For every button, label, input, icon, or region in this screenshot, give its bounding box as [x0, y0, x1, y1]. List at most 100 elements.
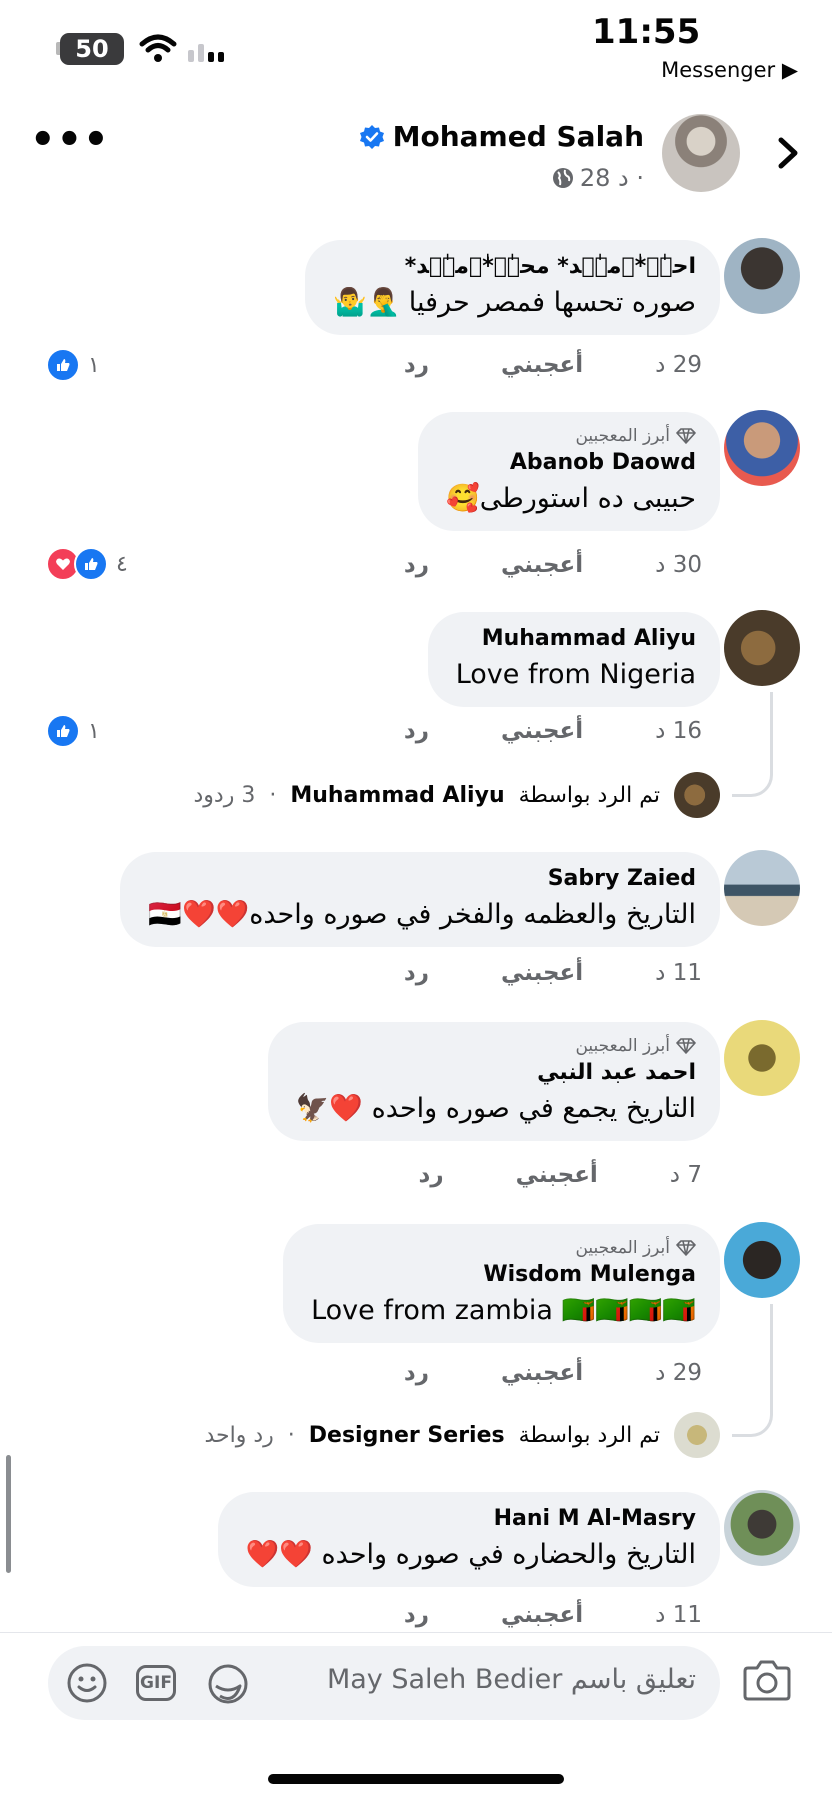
replier-name: Designer Series [308, 1422, 505, 1448]
comment-text: Love from zambia 🇿🇲🇿🇲🇿🇲🇿🇲 [311, 1295, 696, 1326]
comment-input[interactable]: تعليق باسم May Saleh Bedier [327, 1664, 696, 1695]
commenter-avatar[interactable] [724, 410, 800, 486]
reply-button[interactable]: رد [404, 1360, 429, 1386]
comment-bubble[interactable]: أبرز المعجبين احمد عبد النبي التاريخ يجم… [267, 1022, 720, 1141]
comment-actions: 30 د أعجبني رد [404, 552, 702, 578]
wifi-icon [139, 34, 177, 62]
reply-button[interactable]: رد [404, 352, 429, 378]
top-fan-badge: أبرز المعجبين [446, 426, 696, 446]
diamond-icon [676, 1240, 696, 1256]
status-time: 11:55 [592, 12, 701, 52]
reaction-count: ١ [88, 718, 100, 744]
home-indicator [268, 1774, 564, 1784]
camera-icon[interactable] [742, 1658, 792, 1702]
separator-dot: · [287, 1422, 295, 1448]
comment-bubble[interactable]: Muhammad Aliyu Love from Nigeria [427, 612, 720, 707]
comment-text: صوره تحسها فمصر حرفيا 🤦‍♂️🤷‍♂️ [332, 287, 696, 318]
emoji-icon[interactable] [66, 1662, 108, 1704]
post-author[interactable]: Mohamed Salah [359, 120, 644, 153]
view-replies-link[interactable]: تم الرد بواسطة Muhammad Aliyu · 3 ردود [193, 772, 720, 818]
reaction-count: ٤ [116, 551, 128, 577]
commenter-avatar[interactable] [724, 238, 800, 314]
diamond-icon [676, 1038, 696, 1054]
comment-actions: 29 د أعجبني رد [404, 352, 702, 378]
commenter-name[interactable]: Abanob Daowd [446, 450, 696, 475]
commenter-name[interactable]: Sabry Zaied [148, 866, 696, 891]
sticker-icon[interactable] [206, 1662, 250, 1706]
verified-badge-icon [359, 124, 384, 149]
post-meta: 28 د · [552, 164, 644, 192]
reaction-summary[interactable]: ٤ [46, 547, 128, 581]
reply-button[interactable]: رد [404, 1602, 429, 1628]
comment-time: 11 د [655, 960, 702, 986]
author-avatar[interactable] [662, 114, 740, 192]
gif-button[interactable]: GIF [136, 1665, 176, 1701]
comment-bubble[interactable]: Sabry Zaied التاريخ والعظمه والفخر في صو… [120, 852, 720, 947]
commenter-name[interactable]: Muhammad Aliyu [456, 626, 696, 651]
like-reaction-icon [46, 348, 80, 382]
like-button[interactable]: أعجبني [501, 352, 583, 378]
reply-button[interactable]: رد [404, 718, 429, 744]
diamond-icon [676, 428, 696, 444]
like-reaction-icon [46, 714, 80, 748]
comment-actions: 11 د أعجبني رد [404, 960, 702, 986]
reply-button[interactable]: رد [404, 960, 429, 986]
comment-actions: 29 د أعجبني رد [404, 1360, 702, 1386]
thread-connector [732, 692, 773, 797]
like-button[interactable]: أعجبني [501, 1602, 583, 1628]
like-reaction-icon [74, 547, 108, 581]
commenter-avatar[interactable] [724, 1490, 800, 1566]
commenter-name[interactable]: Hani M Al-Masry [246, 1506, 696, 1531]
battery-icon: 50 [60, 33, 124, 65]
replied-by-label: تم الرد بواسطة [518, 782, 660, 808]
top-fan-label: أبرز المعجبين [575, 1036, 670, 1056]
globe-icon [552, 168, 573, 188]
scrollbar[interactable] [6, 1455, 11, 1573]
comment-time: 29 د [655, 1360, 702, 1386]
separator-dot: · [269, 782, 277, 808]
comment-bubble[interactable]: أبرز المعجبين Wisdom Mulenga Love from z… [283, 1224, 720, 1343]
chevron-right-icon[interactable] [776, 136, 800, 170]
like-button[interactable]: أعجبني [501, 1360, 583, 1386]
replier-avatar [674, 772, 720, 818]
like-button[interactable]: أعجبني [516, 1162, 598, 1188]
commenter-name[interactable]: Wisdom Mulenga [311, 1262, 696, 1287]
comment-actions: 7 د أعجبني رد [419, 1162, 702, 1188]
top-fan-badge: أبرز المعجبين [311, 1238, 696, 1258]
top-fan-badge: أبرز المعجبين [296, 1036, 696, 1056]
comment-time: 29 د [655, 352, 702, 378]
reaction-summary[interactable]: ١ [46, 348, 100, 382]
comment-bubble[interactable]: احہٰ۫*ٰ۫مہٰ۫د* محہٰ۫*ٰ۫مہٰ۫د* صوره تحسها… [304, 240, 720, 335]
comment-text: التاريخ والحضاره في صوره واحده ❤️❤️ [245, 1539, 696, 1570]
back-to-messenger-link[interactable]: Messenger ▶ [661, 58, 798, 82]
commenter-avatar[interactable] [724, 1222, 800, 1298]
like-button[interactable]: أعجبني [501, 718, 583, 744]
reply-count: 3 ردود [193, 782, 256, 808]
more-options-icon[interactable]: ••• [30, 120, 110, 160]
commenter-name[interactable]: احمد عبد النبي [296, 1060, 696, 1085]
commenter-name[interactable]: احہٰ۫*ٰ۫مہٰ۫د* محہٰ۫*ٰ۫مہٰ۫د* [333, 254, 696, 279]
comment-actions: 11 د أعجبني رد [404, 1602, 702, 1628]
comment-text: Love from Nigeria [455, 659, 696, 690]
like-button[interactable]: أعجبني [501, 960, 583, 986]
commenter-avatar[interactable] [724, 1020, 800, 1096]
reply-button[interactable]: رد [419, 1162, 444, 1188]
comment-composer[interactable]: GIF تعليق باسم May Saleh Bedier [48, 1646, 720, 1720]
comment-time: 16 د [655, 718, 702, 744]
reaction-summary[interactable]: ١ [46, 714, 100, 748]
commenter-avatar[interactable] [724, 850, 800, 926]
like-button[interactable]: أعجبني [501, 552, 583, 578]
commenter-avatar[interactable] [724, 610, 800, 686]
comment-bubble[interactable]: Hani M Al-Masry التاريخ والحضاره في صوره… [217, 1492, 720, 1587]
replied-by-label: تم الرد بواسطة [518, 1422, 660, 1448]
cellular-signal-icon [188, 34, 224, 62]
post-author-name: Mohamed Salah [392, 120, 644, 153]
replier-name: Muhammad Aliyu [290, 782, 505, 808]
comment-bubble[interactable]: أبرز المعجبين Abanob Daowd حبيبى ده استو… [418, 412, 720, 531]
reaction-count: ١ [88, 352, 100, 378]
view-replies-link[interactable]: تم الرد بواسطة Designer Series · رد واحد [204, 1412, 720, 1458]
reply-button[interactable]: رد [404, 552, 429, 578]
post-time: 28 د · [579, 164, 644, 192]
top-fan-label: أبرز المعجبين [575, 1238, 670, 1258]
comment-text: التاريخ يجمع في صوره واحده ❤️🦅 [295, 1093, 696, 1124]
